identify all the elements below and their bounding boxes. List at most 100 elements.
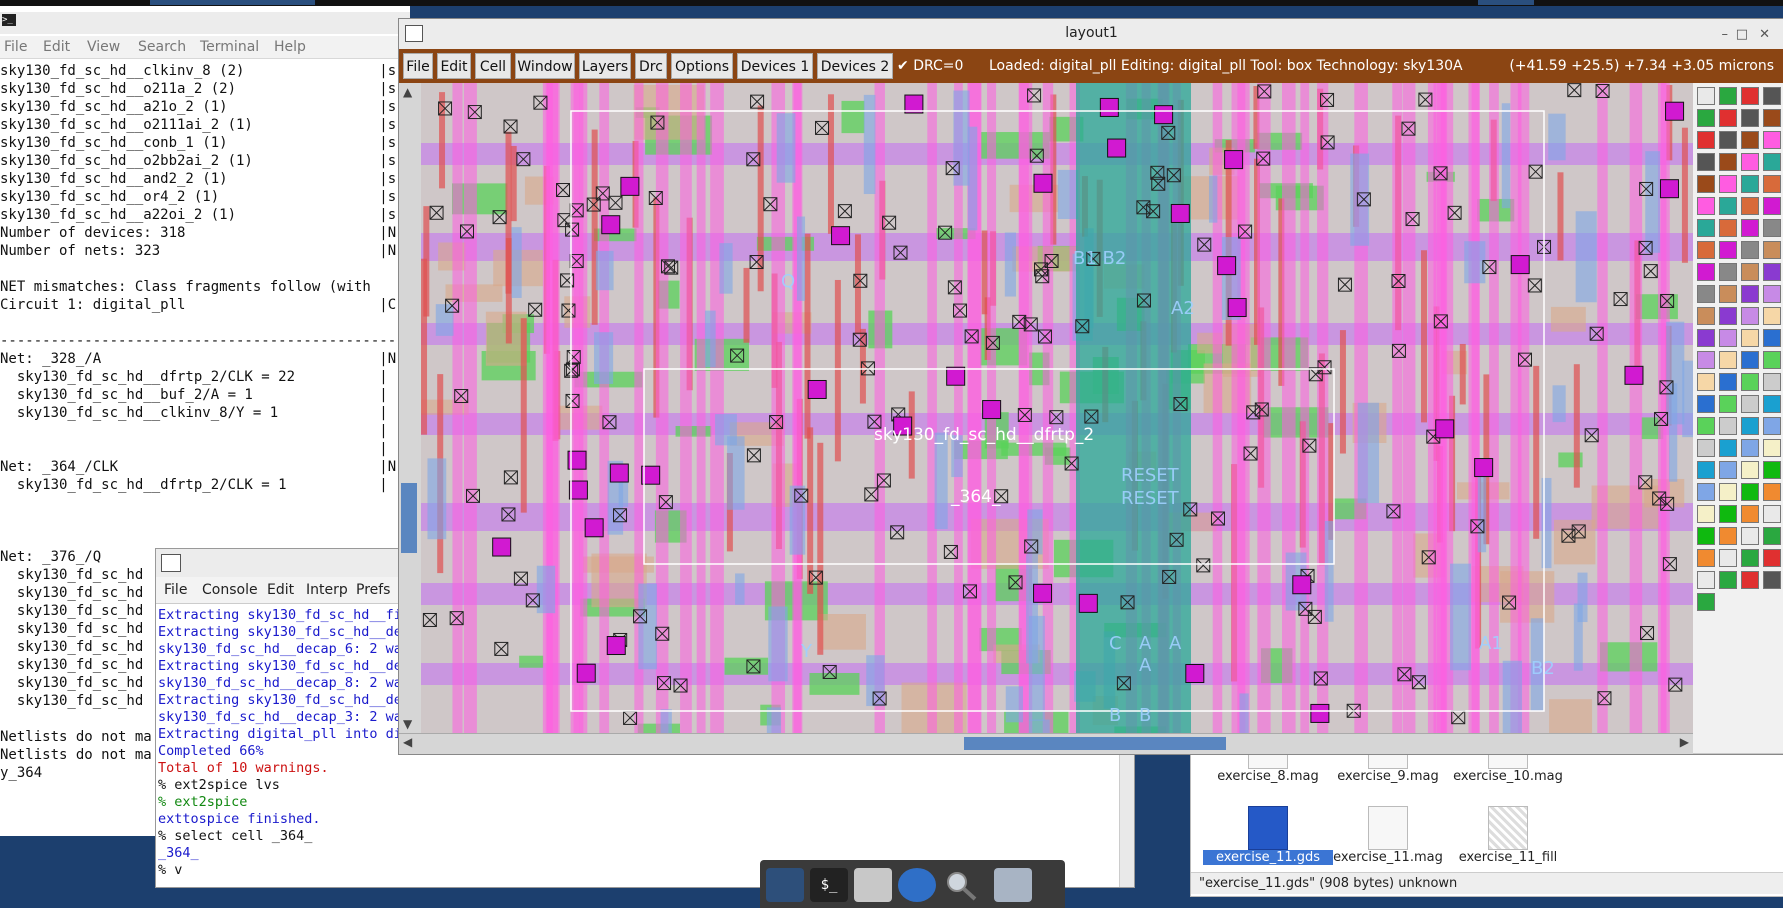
layout-title-bar[interactable]: layout1 – □ ✕: [399, 19, 1783, 50]
taskbar-window-button[interactable]: [1478, 0, 1534, 5]
layer-swatch[interactable]: [1763, 109, 1781, 127]
layer-swatch[interactable]: [1741, 109, 1759, 127]
console-menu-prefs[interactable]: Prefs: [356, 582, 390, 598]
console-menu-file[interactable]: File: [164, 582, 187, 598]
search-icon[interactable]: [942, 868, 980, 902]
layer-swatch[interactable]: [1763, 483, 1781, 501]
layer-swatch[interactable]: [1763, 263, 1781, 281]
close-icon[interactable]: ✕: [1759, 27, 1770, 42]
layout-vertical-scrollbar[interactable]: ▲ ▼: [399, 83, 422, 733]
layer-swatch[interactable]: [1741, 505, 1759, 523]
layer-swatch[interactable]: [1719, 285, 1737, 303]
layer-swatch[interactable]: [1697, 439, 1715, 457]
layer-swatch[interactable]: [1741, 263, 1759, 281]
layer-swatch[interactable]: [1741, 417, 1759, 435]
layer-swatch[interactable]: [1741, 373, 1759, 391]
menu-options[interactable]: Options: [671, 53, 733, 79]
terminal-menu-edit[interactable]: Edit: [43, 39, 70, 55]
layer-swatch[interactable]: [1741, 395, 1759, 413]
file-item[interactable]: exercise_11.mag: [1323, 806, 1453, 865]
layer-swatch[interactable]: [1719, 329, 1737, 347]
layer-swatch[interactable]: [1697, 175, 1715, 193]
menu-window[interactable]: Window: [515, 53, 575, 79]
scrollbar-thumb[interactable]: [964, 737, 1226, 750]
scroll-down-icon[interactable]: ▼: [403, 717, 412, 731]
layer-swatch[interactable]: [1719, 395, 1737, 413]
scroll-right-icon[interactable]: ▶: [1680, 735, 1689, 749]
terminal-menu-view[interactable]: View: [87, 39, 120, 55]
menu-devices-1[interactable]: Devices 1: [737, 53, 813, 79]
layer-swatch[interactable]: [1763, 395, 1781, 413]
web-browser-icon[interactable]: [898, 868, 936, 902]
layer-swatch[interactable]: [1741, 241, 1759, 259]
layer-swatch[interactable]: [1763, 373, 1781, 391]
terminal-menu-terminal[interactable]: Terminal: [200, 39, 259, 55]
menu-layers[interactable]: Layers: [579, 53, 631, 79]
layer-swatch[interactable]: [1719, 351, 1737, 369]
layer-swatch[interactable]: [1741, 219, 1759, 237]
layer-swatch[interactable]: [1763, 131, 1781, 149]
layer-swatch[interactable]: [1741, 571, 1759, 589]
layer-swatch[interactable]: [1763, 87, 1781, 105]
layer-swatch[interactable]: [1719, 175, 1737, 193]
menu-cell[interactable]: Cell: [475, 53, 511, 79]
layer-swatch[interactable]: [1719, 153, 1737, 171]
layer-swatch[interactable]: [1697, 549, 1715, 567]
console-menu-edit[interactable]: Edit: [267, 582, 294, 598]
scrollbar-thumb[interactable]: [401, 483, 417, 553]
layer-swatch[interactable]: [1741, 307, 1759, 325]
layer-swatch[interactable]: [1719, 439, 1737, 457]
layer-swatch[interactable]: [1697, 417, 1715, 435]
layer-swatch[interactable]: [1719, 219, 1737, 237]
layer-swatch[interactable]: [1697, 373, 1715, 391]
layer-swatch[interactable]: [1741, 197, 1759, 215]
layer-swatch[interactable]: [1763, 241, 1781, 259]
menu-edit[interactable]: Edit: [437, 53, 471, 79]
file-item[interactable]: exercise_11_fill: [1443, 806, 1573, 865]
layer-swatch[interactable]: [1697, 527, 1715, 545]
scroll-up-icon[interactable]: ▲: [403, 85, 412, 99]
layer-swatch[interactable]: [1763, 527, 1781, 545]
layer-swatch[interactable]: [1697, 153, 1715, 171]
layer-swatch[interactable]: [1697, 109, 1715, 127]
layer-swatch[interactable]: [1741, 527, 1759, 545]
folder-icon[interactable]: [994, 868, 1032, 902]
console-menu-interp[interactable]: Interp: [306, 582, 348, 598]
layer-swatch[interactable]: [1697, 241, 1715, 259]
layer-swatch[interactable]: [1697, 131, 1715, 149]
layer-swatch[interactable]: [1719, 87, 1737, 105]
layer-swatch[interactable]: [1763, 329, 1781, 347]
layer-swatch[interactable]: [1763, 219, 1781, 237]
layer-swatch[interactable]: [1763, 175, 1781, 193]
layer-swatch[interactable]: [1697, 87, 1715, 105]
layer-swatch[interactable]: [1697, 263, 1715, 281]
layer-swatch[interactable]: [1697, 483, 1715, 501]
layer-swatch[interactable]: [1763, 285, 1781, 303]
file-item-selected[interactable]: exercise_11.gds: [1203, 806, 1333, 865]
layer-swatch[interactable]: [1741, 131, 1759, 149]
maximize-icon[interactable]: □: [1736, 27, 1748, 42]
terminal-menu-file[interactable]: File: [4, 39, 27, 55]
layer-swatch[interactable]: [1763, 307, 1781, 325]
layer-swatch[interactable]: [1741, 439, 1759, 457]
layer-swatch[interactable]: [1719, 263, 1737, 281]
scroll-left-icon[interactable]: ◀: [403, 735, 412, 749]
layer-swatch[interactable]: [1697, 395, 1715, 413]
layer-swatch[interactable]: [1719, 505, 1737, 523]
console-menu-console[interactable]: Console: [202, 582, 258, 598]
show-desktop-icon[interactable]: [766, 868, 804, 902]
layer-swatch[interactable]: [1741, 175, 1759, 193]
layer-swatch[interactable]: [1763, 505, 1781, 523]
layer-swatch[interactable]: [1719, 571, 1737, 589]
layer-swatch[interactable]: [1697, 219, 1715, 237]
layer-swatch[interactable]: [1741, 329, 1759, 347]
layer-swatch[interactable]: [1697, 329, 1715, 347]
taskbar-window-button[interactable]: [150, 0, 315, 5]
layer-swatch[interactable]: [1763, 417, 1781, 435]
terminal-icon[interactable]: $_: [810, 868, 848, 902]
menu-file[interactable]: File: [403, 53, 433, 79]
layer-swatch[interactable]: [1697, 461, 1715, 479]
terminal-menu-search[interactable]: Search: [138, 39, 186, 55]
layout-horizontal-scrollbar[interactable]: ◀ ▶: [399, 733, 1693, 754]
layer-swatch[interactable]: [1697, 351, 1715, 369]
